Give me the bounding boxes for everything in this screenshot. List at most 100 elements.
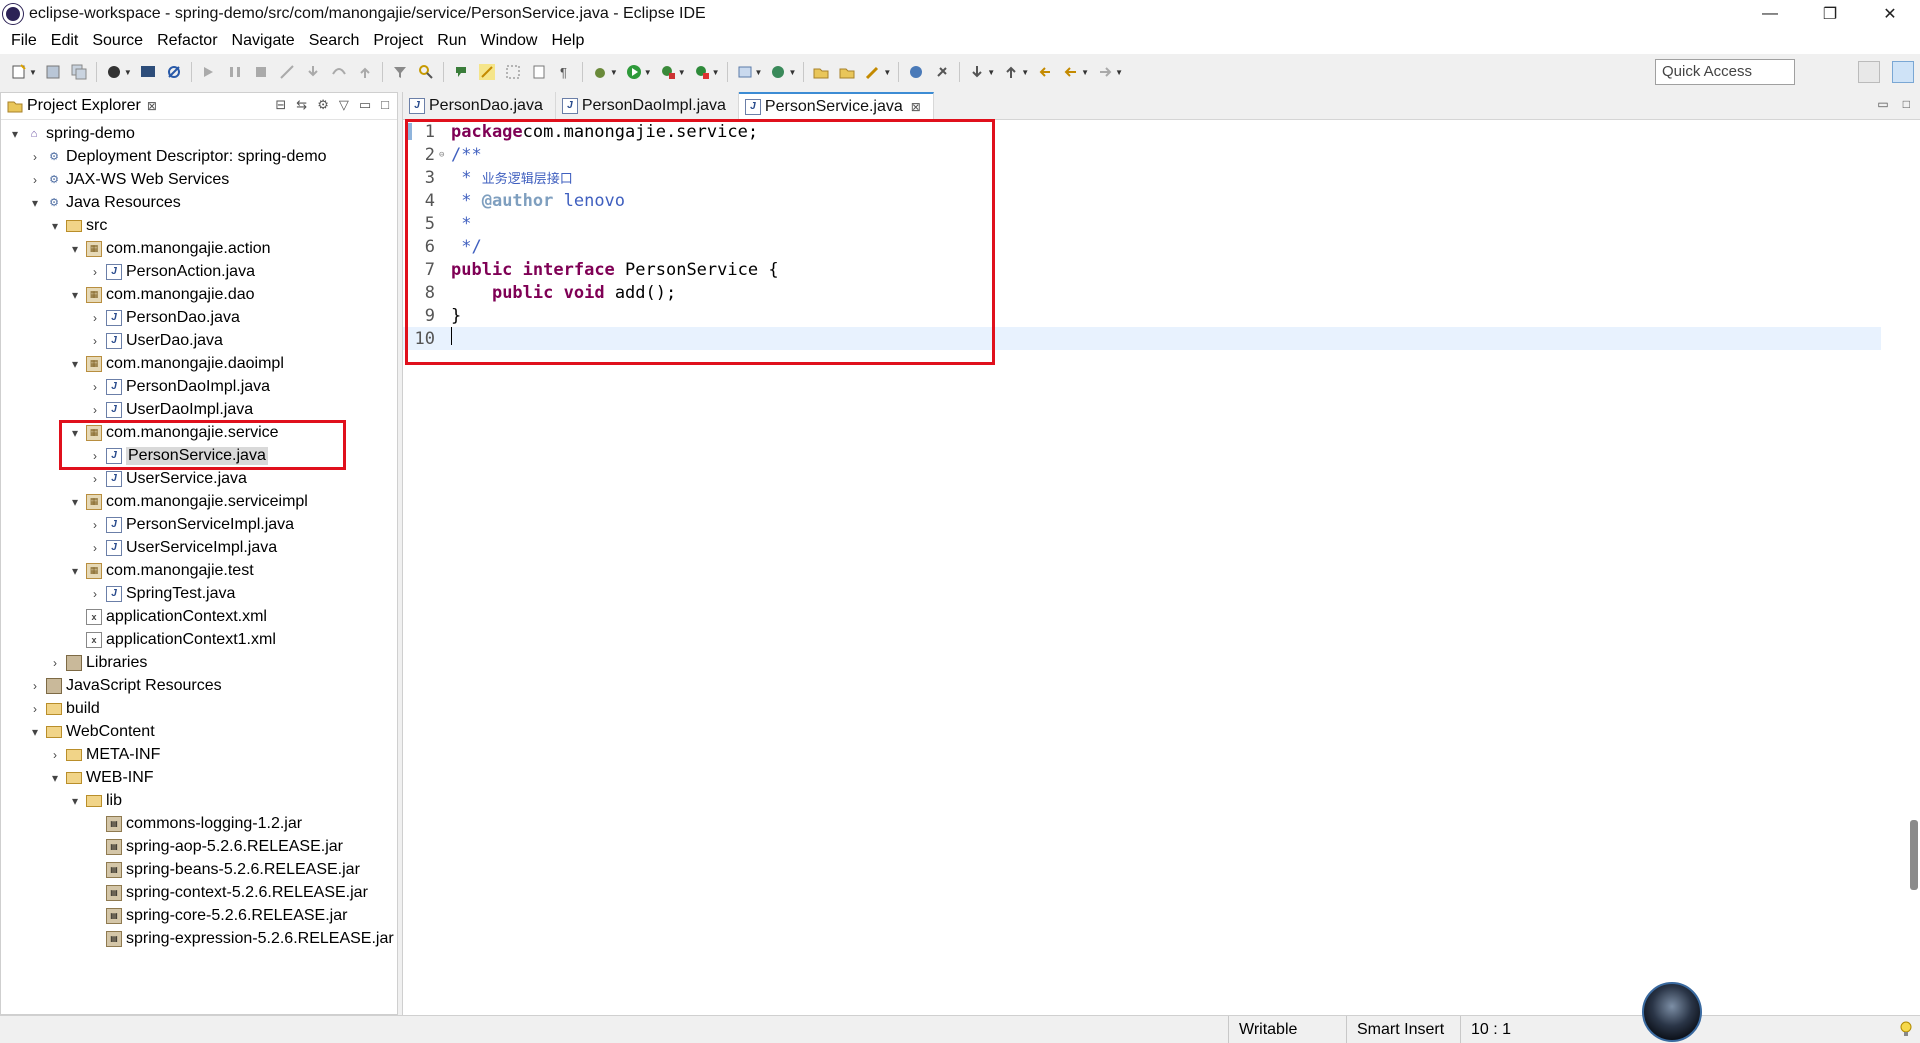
- save-all-icon[interactable]: [71, 64, 87, 80]
- debug-icon[interactable]: [592, 64, 608, 80]
- tree-item[interactable]: › J PersonServiceImpl.java: [1, 513, 397, 536]
- expand-arrow-icon[interactable]: ›: [29, 173, 41, 187]
- quick-fix-icon[interactable]: [865, 64, 881, 80]
- pilcrow-icon[interactable]: ¶: [557, 64, 573, 80]
- open-task-icon[interactable]: [839, 64, 855, 80]
- collapse-arrow-icon[interactable]: ▾: [69, 357, 81, 371]
- tree-item[interactable]: ▤ spring-context-5.2.6.RELEASE.jar: [1, 881, 397, 904]
- collapse-arrow-icon[interactable]: ▾: [49, 771, 61, 785]
- suspend-icon[interactable]: [227, 64, 243, 80]
- run-icon[interactable]: [626, 64, 642, 80]
- minimize-editor-icon[interactable]: ▭: [1877, 97, 1888, 111]
- expand-arrow-icon[interactable]: ›: [89, 334, 101, 348]
- link-with-editor-icon[interactable]: ⇆: [296, 97, 307, 113]
- menu-window[interactable]: Window: [474, 32, 545, 50]
- expand-arrow-icon[interactable]: ›: [29, 150, 41, 164]
- menu-project[interactable]: Project: [366, 32, 430, 50]
- expand-arrow-icon[interactable]: ›: [29, 702, 41, 716]
- collapse-arrow-icon[interactable]: ▾: [29, 196, 41, 210]
- coverage-icon[interactable]: [660, 64, 676, 80]
- tree-item[interactable]: › build: [1, 697, 397, 720]
- lightbulb-icon[interactable]: [1898, 1021, 1914, 1037]
- tree-item[interactable]: ▤ commons-logging-1.2.jar: [1, 812, 397, 835]
- expand-arrow-icon[interactable]: ›: [49, 656, 61, 670]
- tree-item[interactable]: ▾ ⚙ Java Resources: [1, 191, 397, 214]
- skip-breakpoints-icon[interactable]: [166, 64, 182, 80]
- menu-file[interactable]: File: [4, 32, 44, 50]
- collapse-all-icon[interactable]: ⊟: [275, 97, 286, 113]
- forward-icon[interactable]: [1097, 64, 1113, 80]
- tree-item[interactable]: ▾ ▦ com.manongajie.daoimpl: [1, 352, 397, 375]
- expand-arrow-icon[interactable]: ›: [89, 587, 101, 601]
- debug-profile-icon[interactable]: [106, 64, 122, 80]
- tree-item[interactable]: x applicationContext1.xml: [1, 628, 397, 651]
- expand-arrow-icon[interactable]: ›: [89, 311, 101, 325]
- tree-item[interactable]: ▾ WebContent: [1, 720, 397, 743]
- tree-item[interactable]: › JavaScript Resources: [1, 674, 397, 697]
- tree-item[interactable]: ▾ ⌂ spring-demo: [1, 122, 397, 145]
- tree-item[interactable]: ▤ spring-expression-5.2.6.RELEASE.jar: [1, 927, 397, 950]
- new-icon[interactable]: [11, 64, 27, 80]
- editor-tab[interactable]: J PersonDaoImpl.java: [556, 92, 739, 119]
- web-browser-icon[interactable]: [908, 64, 924, 80]
- step-over-icon[interactable]: [331, 64, 347, 80]
- collapse-arrow-icon[interactable]: ▾: [29, 725, 41, 739]
- terminate-icon[interactable]: [253, 64, 269, 80]
- view-menu-icon[interactable]: ▽: [339, 97, 349, 113]
- tree-item[interactable]: › J SpringTest.java: [1, 582, 397, 605]
- menu-source[interactable]: Source: [85, 32, 150, 50]
- collapse-arrow-icon[interactable]: ▾: [69, 495, 81, 509]
- collapse-arrow-icon[interactable]: ▾: [69, 288, 81, 302]
- collapse-arrow-icon[interactable]: ▾: [49, 219, 61, 233]
- external-tools-icon[interactable]: [694, 64, 710, 80]
- menu-help[interactable]: Help: [544, 32, 591, 50]
- tree-item[interactable]: ▾ ▦ com.manongajie.test: [1, 559, 397, 582]
- tree-item[interactable]: ▾ lib: [1, 789, 397, 812]
- menu-edit[interactable]: Edit: [44, 32, 86, 50]
- close-view-icon[interactable]: ⊠: [147, 99, 157, 113]
- maximize-view-icon[interactable]: □: [381, 97, 389, 113]
- java-ee-perspective-icon[interactable]: [1892, 61, 1914, 83]
- back-icon[interactable]: [1063, 64, 1079, 80]
- last-edit-location-icon[interactable]: [1037, 64, 1053, 80]
- resume-icon[interactable]: [201, 64, 217, 80]
- new-server-icon[interactable]: [737, 64, 753, 80]
- tree-item[interactable]: › J UserDaoImpl.java: [1, 398, 397, 421]
- expand-arrow-icon[interactable]: ›: [89, 518, 101, 532]
- tree-item[interactable]: › J PersonAction.java: [1, 260, 397, 283]
- collapse-arrow-icon[interactable]: ▾: [69, 794, 81, 808]
- menu-search[interactable]: Search: [302, 32, 367, 50]
- tree-item[interactable]: ▾ src: [1, 214, 397, 237]
- tree-item[interactable]: › ⚙ JAX-WS Web Services: [1, 168, 397, 191]
- expand-arrow-icon[interactable]: ›: [89, 380, 101, 394]
- expand-arrow-icon[interactable]: ›: [89, 265, 101, 279]
- search-icon[interactable]: [418, 64, 434, 80]
- collapse-arrow-icon[interactable]: ▾: [9, 127, 21, 141]
- tree-item[interactable]: › J UserDao.java: [1, 329, 397, 352]
- maximize-editor-icon[interactable]: □: [1903, 97, 1910, 111]
- disconnect-icon[interactable]: [279, 64, 295, 80]
- next-edit-location-icon[interactable]: [969, 64, 985, 80]
- tree-item[interactable]: ▤ spring-core-5.2.6.RELEASE.jar: [1, 904, 397, 927]
- tree-item[interactable]: ▾ ▦ com.manongajie.dao: [1, 283, 397, 306]
- tree-item[interactable]: ▤ spring-beans-5.2.6.RELEASE.jar: [1, 858, 397, 881]
- tree-item[interactable]: x applicationContext.xml: [1, 605, 397, 628]
- expand-arrow-icon[interactable]: ›: [49, 748, 61, 762]
- step-into-icon[interactable]: [305, 64, 321, 80]
- open-type-icon[interactable]: [813, 64, 829, 80]
- menu-run[interactable]: Run: [430, 32, 473, 50]
- filters-icon[interactable]: ⚙: [317, 97, 329, 113]
- tree-item[interactable]: ▾ ▦ com.manongajie.action: [1, 237, 397, 260]
- tree-item[interactable]: › J PersonDaoImpl.java: [1, 375, 397, 398]
- editor-tab[interactable]: J PersonService.java ⊠: [738, 92, 934, 119]
- close-button[interactable]: ✕: [1860, 0, 1920, 28]
- quick-access-input[interactable]: Quick Access: [1655, 59, 1795, 85]
- tree-item[interactable]: › ⚙ Deployment Descriptor: spring-demo: [1, 145, 397, 168]
- expand-arrow-icon[interactable]: ›: [89, 541, 101, 555]
- previous-edit-location-icon[interactable]: [1003, 64, 1019, 80]
- open-perspective-icon[interactable]: [1858, 61, 1880, 83]
- next-annotation-icon[interactable]: [453, 64, 469, 80]
- expand-arrow-icon[interactable]: ›: [29, 679, 41, 693]
- pin-editor-icon[interactable]: [934, 64, 950, 80]
- menu-navigate[interactable]: Navigate: [225, 32, 302, 50]
